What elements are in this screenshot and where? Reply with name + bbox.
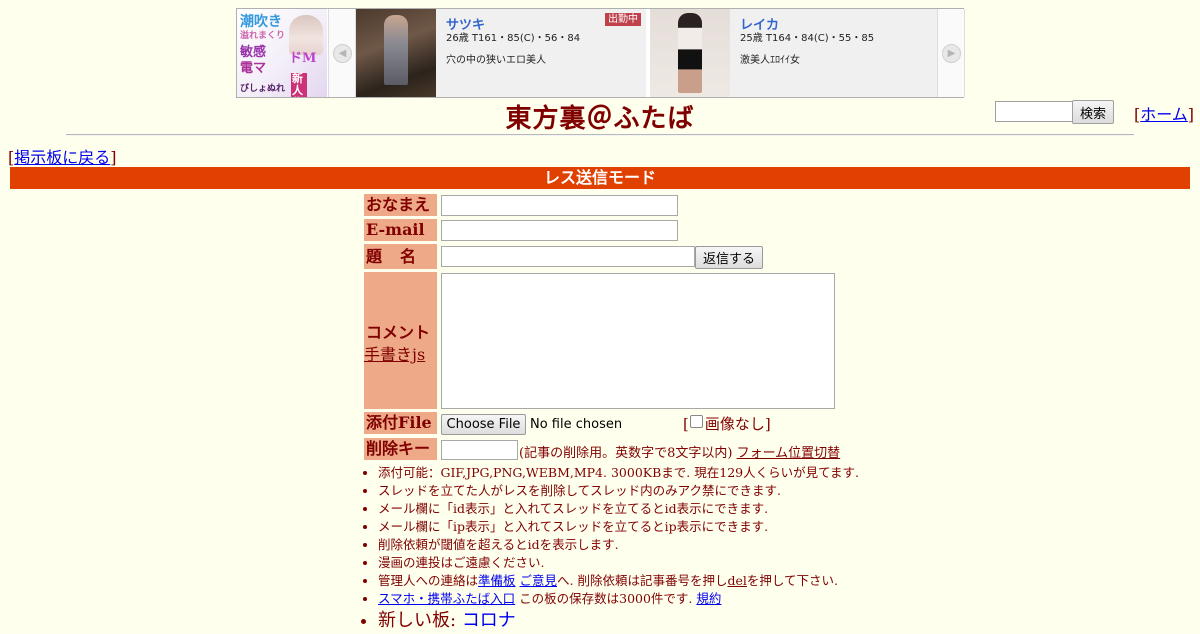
- carousel-prev-button[interactable]: ◀: [328, 9, 356, 97]
- ad-banner: 潮吹き 溢れまくり 敏感 電マ ドM 新人秘書 びしょぬれ ◀ サツキ 出勤中 …: [236, 8, 965, 98]
- note-text: 新しい板:: [378, 610, 457, 631]
- mobile-entrance-link[interactable]: スマホ・携帯ふたば入口: [378, 591, 515, 606]
- note-text: へ. 削除依頼は記事番号を押し: [557, 573, 728, 588]
- list-item: 新しい板: コロナ: [378, 608, 859, 632]
- notes-list: 添付可能：GIF,JPG,PNG,WEBM,MP4. 3000KBまで. 現在1…: [362, 464, 859, 632]
- subject-label: 題名: [364, 244, 437, 269]
- carousel-next-button[interactable]: ▶: [937, 9, 965, 97]
- comment-textarea[interactable]: [441, 273, 835, 409]
- promo-text: 溢れまくり: [240, 31, 286, 41]
- promo-text: 電マ: [240, 61, 267, 76]
- ad-stats: 26歳 T161・85(C)・56・84: [446, 33, 581, 44]
- name-field[interactable]: [441, 195, 678, 216]
- delete-key-label: 削除キー: [364, 438, 437, 460]
- list-item: 漫画の連投はご遠慮ください.: [378, 554, 859, 572]
- form-position-toggle-link[interactable]: フォーム位置切替: [737, 446, 841, 461]
- email-label: E-mail: [364, 219, 437, 241]
- comment-label: コメント: [366, 323, 431, 342]
- note-text: を押して下さい.: [746, 573, 838, 588]
- file-label: 添付File: [364, 412, 437, 434]
- feedback-link[interactable]: ご意見: [520, 573, 558, 588]
- ad-photo: [650, 9, 730, 97]
- comment-label-cell: コメント 手書きjs: [364, 272, 437, 409]
- promo-text: びしょぬれ: [240, 84, 286, 94]
- note-text: 管理人への連絡は: [378, 573, 479, 588]
- ad-photo: [356, 9, 436, 97]
- list-item: スマホ・携帯ふたば入口 この板の保存数は3000件です. 規約: [378, 590, 859, 608]
- back-to-board-link[interactable]: 掲示板に戻る: [14, 148, 110, 167]
- choose-file-button[interactable]: Choose File: [441, 414, 526, 435]
- handwrite-link[interactable]: 手書きjs: [364, 341, 425, 365]
- name-label: おなまえ: [364, 194, 437, 216]
- list-item: 管理人への連絡は準備板 ご意見へ. 削除依頼は記事番号を押しdelを押して下さい…: [378, 572, 859, 590]
- file-status: No file chosen: [530, 417, 623, 432]
- email-field[interactable]: [441, 220, 678, 241]
- delete-key-note-wrapper: (記事の削除用。英数字で8文字以内) フォーム位置切替: [519, 442, 840, 461]
- list-item: 削除依頼が閾値を超えるとidを表示します.: [378, 536, 859, 554]
- terms-link[interactable]: 規約: [696, 591, 721, 606]
- delete-key-note: (記事の削除用。英数字で8文字以内): [519, 446, 733, 461]
- status-badge: 出勤中: [605, 13, 641, 26]
- reply-mode-bar: レス送信モード: [10, 167, 1190, 189]
- no-image-checkbox[interactable]: [689, 415, 703, 428]
- ad-promo-image[interactable]: 潮吹き 溢れまくり 敏感 電マ ドM 新人秘書 びしょぬれ: [237, 9, 327, 97]
- ad-desc: 激美人ｴﾛｲｲ女: [740, 55, 800, 66]
- header-divider: [66, 134, 1134, 136]
- submit-reply-button[interactable]: 返信する: [695, 246, 763, 269]
- no-image-label: 画像なし: [704, 415, 765, 433]
- ad-card[interactable]: レイカ 25歳 T164・84(C)・55・85 激美人ｴﾛｲｲ女: [650, 9, 940, 97]
- list-item: スレッドを立てた人がレスを削除してスレッド内のみアク禁にできます.: [378, 482, 859, 500]
- chevron-right-icon: ▶: [942, 44, 961, 63]
- list-item: メール欄に「id表示」と入れてスレッドを立てるとid表示にできます.: [378, 500, 859, 518]
- search-input[interactable]: [995, 101, 1075, 122]
- promo-text: ドM: [289, 51, 317, 66]
- home-link-wrapper: [ホーム]: [1134, 105, 1195, 124]
- ad-desc: 穴の中の狭いエロ美人: [446, 55, 546, 66]
- ad-stats: 25歳 T164・84(C)・55・85: [740, 33, 875, 44]
- home-link[interactable]: ホーム: [1140, 105, 1188, 124]
- delete-key-field[interactable]: [441, 440, 518, 460]
- del-link[interactable]: del: [727, 573, 746, 588]
- search-button[interactable]: 検索: [1072, 100, 1114, 124]
- back-link-wrapper: [掲示板に戻る]: [8, 148, 117, 167]
- ad-card[interactable]: サツキ 出勤中 26歳 T161・85(C)・56・84 穴の中の狭いエロ美人: [356, 9, 646, 97]
- new-board-link[interactable]: コロナ: [462, 610, 516, 631]
- chevron-left-icon: ◀: [333, 44, 352, 63]
- note-text: この板の保存数は3000件です.: [519, 591, 693, 606]
- subject-field[interactable]: [441, 246, 695, 267]
- no-image-option: [画像なし]: [683, 415, 771, 433]
- promo-text: 新人秘書: [291, 73, 307, 97]
- list-item: メール欄に「ip表示」と入れてスレッドを立てるとip表示にできます.: [378, 518, 859, 536]
- prep-board-link[interactable]: 準備板: [478, 573, 516, 588]
- list-item: 添付可能：GIF,JPG,PNG,WEBM,MP4. 3000KBまで. 現在1…: [378, 464, 859, 482]
